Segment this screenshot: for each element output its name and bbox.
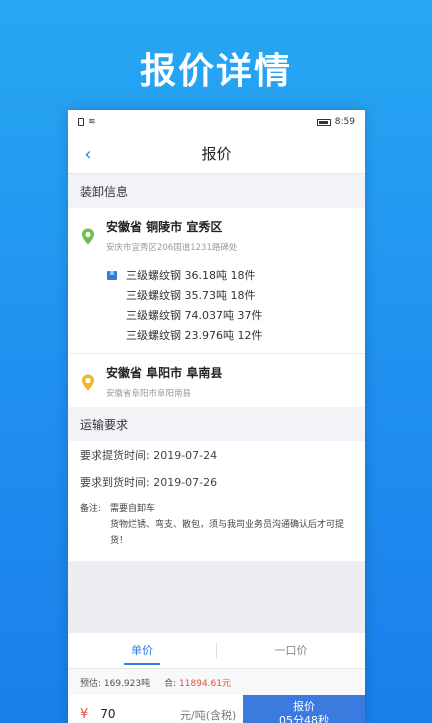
price-summary: 预估: 169.923吨 合: 11894.61元 — [68, 669, 365, 695]
price-unit: 元/吨(含税) — [180, 709, 237, 722]
phone-screen: ≋ 8:59 ‹ 报价 装卸信息 安徽省 铜陵市 宜秀区 安庆市宜秀区206国道… — [68, 110, 365, 723]
remarks-text: 需要自卸车 货物烂锈、弯支、散包，须与我司业务员沟通确认后才可提货！ — [110, 504, 345, 546]
total-amount: 合: 11894.61元 — [164, 676, 231, 689]
goods-item: 三级螺纹钢 35.73吨 18件 — [80, 285, 353, 305]
destination-address: 安徽省 阜阳市 阜南县 — [106, 366, 223, 380]
transport-section-title: 运输要求 — [68, 407, 365, 441]
goods-count: 37件 — [237, 309, 263, 322]
countdown-timer: 05分48秒 — [279, 714, 329, 723]
goods-list: 三级螺纹钢 36.18吨 18件 三级螺纹钢 35.73吨 18件 三级螺纹钢 … — [68, 261, 365, 353]
goods-count: 18件 — [230, 269, 256, 282]
loading-section-title: 装卸信息 — [68, 174, 365, 208]
tab-unit-price[interactable]: 单价 — [68, 633, 216, 669]
unit-price-input[interactable] — [98, 706, 163, 722]
goods-item: 三级螺纹钢 23.976吨 12件 — [80, 325, 353, 345]
chevron-left-icon: ‹ — [84, 143, 92, 165]
remarks-label: 备注: — [80, 504, 102, 514]
goods-name: 三级螺纹钢 — [126, 329, 181, 342]
currency-icon: ¥ — [80, 706, 89, 722]
estimate-weight: 预估: 169.923吨 — [80, 678, 151, 689]
goods-item: 三级螺纹钢 36.18吨 18件 — [80, 265, 353, 285]
quote-button-label: 报价 — [293, 700, 315, 713]
origin-location: 安徽省 铜陵市 宜秀区 安庆市宜秀区206国道1231路碑处 — [68, 208, 365, 261]
origin-detail: 安庆市宜秀区206国道1231路碑处 — [106, 243, 238, 253]
promo-title: 报价详情 — [139, 51, 292, 92]
total-value: 11894.61元 — [179, 678, 231, 689]
goods-item: 三级螺纹钢 74.037吨 37件 — [80, 305, 353, 325]
battery-icon — [316, 118, 331, 126]
remarks: 备注: 需要自卸车 货物烂锈、弯支、散包，须与我司业务员沟通确认后才可提货！ — [68, 495, 365, 561]
wifi-icon: ≋ — [88, 117, 96, 127]
goods-weight: 36.18吨 — [184, 269, 228, 282]
goods-name: 三级螺纹钢 — [126, 269, 181, 282]
total-label: 合: — [164, 678, 177, 689]
status-time: 8:59 — [334, 117, 355, 127]
spacer — [68, 561, 365, 633]
pickup-time: 要求提货时间: 2019-07-24 — [80, 448, 218, 462]
goods-count: 12件 — [237, 329, 263, 342]
goods-weight: 74.037吨 — [184, 309, 235, 322]
goods-weight: 23.976吨 — [184, 329, 235, 342]
arrival-time: 要求到货时间: 2019-07-26 — [80, 475, 218, 489]
origin-pin-icon — [82, 228, 94, 245]
price-input-bar: ¥ 元/吨(含税) 报价 05分48秒 — [68, 695, 365, 723]
goods-count: 18件 — [230, 289, 256, 302]
page-title: 报价 — [201, 145, 232, 163]
package-icon — [107, 271, 117, 280]
back-button[interactable]: ‹ — [76, 142, 100, 166]
goods-weight: 35.73吨 — [184, 289, 228, 302]
transport-card: 要求提货时间: 2019-07-24 要求到货时间: 2019-07-26 备注… — [68, 441, 365, 561]
destination-location: 安徽省 阜阳市 阜南县 安徽省阜阳市阜阳南县 — [68, 354, 365, 407]
origin-address: 安徽省 铜陵市 宜秀区 — [106, 220, 223, 234]
status-bar: ≋ 8:59 — [68, 110, 365, 134]
destination-detail: 安徽省阜阳市阜阳南县 — [106, 389, 192, 399]
nav-bar: ‹ 报价 — [68, 134, 365, 174]
goods-name: 三级螺纹钢 — [126, 309, 181, 322]
goods-name: 三级螺纹钢 — [126, 289, 181, 302]
sim-icon — [78, 118, 84, 126]
price-type-tabs: 单价 一口价 — [68, 633, 365, 669]
tab-lump-sum[interactable]: 一口价 — [217, 633, 365, 669]
loading-card: 安徽省 铜陵市 宜秀区 安庆市宜秀区206国道1231路碑处 三级螺纹钢 36.… — [68, 208, 365, 407]
submit-quote-button[interactable]: 报价 05分48秒 — [243, 695, 365, 723]
destination-pin-icon — [82, 374, 94, 391]
